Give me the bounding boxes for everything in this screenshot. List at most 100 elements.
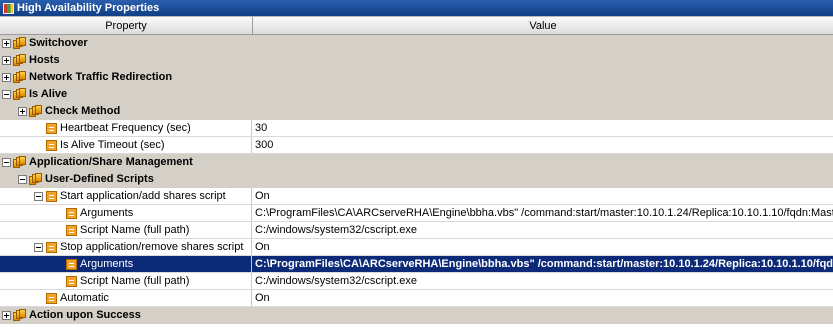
property-label: Arguments xyxy=(80,258,134,270)
collapse-icon[interactable] xyxy=(2,157,11,167)
property-group-row[interactable]: Switchover xyxy=(0,35,833,52)
property-label: Hosts xyxy=(29,54,60,66)
property-icon xyxy=(46,292,57,304)
property-label: Action upon Success xyxy=(29,309,141,321)
property-cell: Automatic xyxy=(0,290,252,306)
property-label: Network Traffic Redirection xyxy=(29,71,173,83)
property-cell: User-Defined Scripts xyxy=(0,171,252,187)
property-value[interactable]: C:\ProgramFiles\CA\ARCserveRHA\Engine\bb… xyxy=(252,256,833,272)
property-group-row[interactable]: Network Traffic Redirection xyxy=(0,69,833,86)
property-label: Application/Share Management xyxy=(29,156,193,168)
property-label: Script Name (full path) xyxy=(80,275,190,287)
property-icon xyxy=(66,275,77,287)
title-bar: High Availability Properties xyxy=(0,0,833,16)
value-column-header[interactable]: Value xyxy=(253,17,833,34)
property-icon xyxy=(66,207,77,219)
property-cell: Switchover xyxy=(0,35,252,51)
property-value[interactable]: On xyxy=(252,188,833,204)
property-label: Heartbeat Frequency (sec) xyxy=(60,122,191,134)
property-icon xyxy=(46,190,57,202)
property-group-icon xyxy=(13,71,26,83)
property-value[interactable]: On xyxy=(252,239,833,255)
property-icon xyxy=(46,139,57,151)
property-label: Automatic xyxy=(60,292,109,304)
property-label: Start application/add shares script xyxy=(60,190,226,202)
property-value xyxy=(252,35,833,51)
property-cell: Is Alive xyxy=(0,86,252,102)
property-value xyxy=(252,154,833,170)
property-label: Arguments xyxy=(80,207,134,219)
property-cell: Script Name (full path) xyxy=(0,273,252,289)
property-icon xyxy=(66,258,77,270)
window-title: High Availability Properties xyxy=(17,2,160,14)
property-label: Is Alive xyxy=(29,88,68,100)
property-cell: Action upon Success xyxy=(0,307,252,323)
property-column-header[interactable]: Property xyxy=(0,17,253,34)
property-row[interactable]: Start application/add shares script On xyxy=(0,188,833,205)
property-cell: Heartbeat Frequency (sec) xyxy=(0,120,252,136)
property-value[interactable]: 30 xyxy=(252,120,833,136)
property-group-icon xyxy=(13,37,26,49)
property-group-row[interactable]: Check Method xyxy=(0,103,833,120)
property-cell: Start application/add shares script xyxy=(0,188,252,204)
property-row[interactable]: Stop application/remove shares script On xyxy=(0,239,833,256)
property-group-icon xyxy=(13,54,26,66)
property-cell: Hosts xyxy=(0,52,252,68)
property-value[interactable]: 300 xyxy=(252,137,833,153)
property-group-row[interactable]: User-Defined Scripts xyxy=(0,171,833,188)
collapse-icon[interactable] xyxy=(34,242,43,252)
property-group-icon xyxy=(13,309,26,321)
property-value xyxy=(252,307,833,323)
property-group-icon xyxy=(13,156,26,168)
expand-icon[interactable] xyxy=(2,72,11,82)
property-label: Switchover xyxy=(29,37,88,49)
property-label: User-Defined Scripts xyxy=(45,173,154,185)
property-value xyxy=(252,86,833,102)
property-value xyxy=(252,52,833,68)
property-value xyxy=(252,171,833,187)
property-label: Script Name (full path) xyxy=(80,224,190,236)
property-cell: Check Method xyxy=(0,103,252,119)
property-group-icon xyxy=(29,173,42,185)
property-row[interactable]: Script Name (full path) C:/windows/system… xyxy=(0,273,833,290)
expand-icon[interactable] xyxy=(2,310,11,320)
property-group-row[interactable]: Hosts xyxy=(0,52,833,69)
property-cell: Application/Share Management xyxy=(0,154,252,170)
property-group-icon xyxy=(29,105,42,117)
property-value[interactable]: On xyxy=(252,290,833,306)
property-row[interactable]: Arguments C:\ProgramFiles\CA\ARCserveRHA\… xyxy=(0,256,833,273)
expand-icon[interactable] xyxy=(2,38,11,48)
property-row[interactable]: Script Name (full path) C:/windows/system… xyxy=(0,222,833,239)
expand-icon[interactable] xyxy=(18,106,27,116)
collapse-icon[interactable] xyxy=(18,174,27,184)
property-group-icon xyxy=(13,88,26,100)
property-group-row[interactable]: Action upon Success xyxy=(0,307,833,324)
property-cell: Stop application/remove shares script xyxy=(0,239,252,255)
column-header: Property Value xyxy=(0,16,833,35)
property-cell: Is Alive Timeout (sec) xyxy=(0,137,252,153)
property-cell: Arguments xyxy=(0,256,252,272)
expand-icon[interactable] xyxy=(2,55,11,65)
collapse-icon[interactable] xyxy=(34,191,43,201)
property-label: Is Alive Timeout (sec) xyxy=(60,139,165,151)
property-value xyxy=(252,103,833,119)
property-row[interactable]: Arguments C:\ProgramFiles\CA\ARCserveRHA\… xyxy=(0,205,833,222)
property-value[interactable]: C:/windows/system32/cscript.exe xyxy=(252,222,833,238)
collapse-icon[interactable] xyxy=(2,89,11,99)
property-row[interactable]: Automatic On xyxy=(0,290,833,307)
property-group-row[interactable]: Application/Share Management xyxy=(0,154,833,171)
property-icon xyxy=(46,241,57,253)
property-icon xyxy=(46,122,57,134)
property-cell: Script Name (full path) xyxy=(0,222,252,238)
property-value[interactable]: C:\ProgramFiles\CA\ARCserveRHA\Engine\bb… xyxy=(252,205,833,221)
property-icon xyxy=(66,224,77,236)
property-label: Stop application/remove shares script xyxy=(60,241,244,253)
property-grid: Switchover Hosts Network Traffic Redirecti… xyxy=(0,35,833,324)
property-group-row[interactable]: Is Alive xyxy=(0,86,833,103)
property-row[interactable]: Heartbeat Frequency (sec) 30 xyxy=(0,120,833,137)
property-row[interactable]: Is Alive Timeout (sec) 300 xyxy=(0,137,833,154)
properties-icon xyxy=(3,2,14,14)
property-cell: Network Traffic Redirection xyxy=(0,69,252,85)
property-label: Check Method xyxy=(45,105,121,117)
property-value[interactable]: C:/windows/system32/cscript.exe xyxy=(252,273,833,289)
